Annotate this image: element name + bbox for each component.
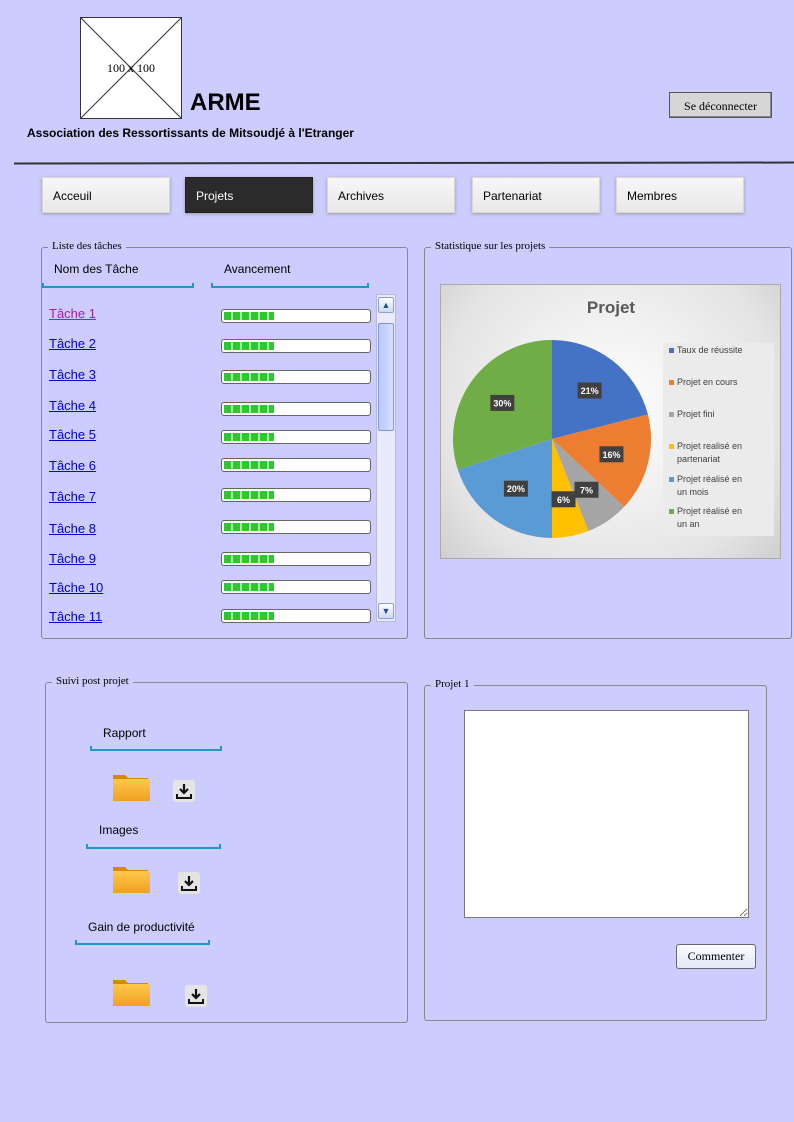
section-title-gain: Gain de productivité [88, 920, 195, 934]
download-icon[interactable] [178, 872, 200, 894]
project-panel-legend: Projet 1 [431, 678, 474, 690]
chevron-up-icon[interactable]: ▲ [378, 297, 394, 313]
legend-label: Projet fini [677, 409, 715, 419]
section-underline-gain [75, 940, 210, 945]
progress-bar [221, 458, 371, 472]
legend-swatch [669, 348, 674, 353]
pie-chart-svg: Projet 21% 16% 7% 6% 20% 30% Taux de réussite… [453, 298, 774, 538]
tab-projets[interactable]: Projets [185, 177, 313, 213]
progress-bar-fill [224, 491, 274, 499]
task-link[interactable]: Tâche 5 [49, 427, 96, 442]
tasks-panel-legend: Liste des tâches [48, 240, 126, 252]
column-underline-progress [211, 283, 369, 288]
pie-data-label-text: 20% [507, 484, 525, 494]
tab-partenariat[interactable]: Partenariat [472, 177, 600, 213]
section-underline-rapport [90, 746, 222, 751]
progress-bar [221, 339, 371, 353]
pie-data-label: 6% [551, 491, 576, 508]
column-header-progress: Avancement [224, 262, 291, 276]
app-subtitle: Association des Ressortissants de Mitsou… [27, 126, 354, 140]
progress-bar [221, 309, 371, 323]
logo-placeholder-text: 100 x 100 [107, 61, 155, 75]
progress-bar [221, 520, 371, 534]
task-link[interactable]: Tâche 2 [49, 336, 96, 351]
pie-data-label-text: 16% [602, 450, 620, 460]
task-link[interactable]: Tâche 3 [49, 367, 96, 382]
folder-icon[interactable] [112, 771, 150, 801]
comment-textarea[interactable] [464, 710, 749, 918]
stats-panel-legend: Statistique sur les projets [431, 240, 550, 252]
progress-bar [221, 430, 371, 444]
scrollbar-thumb[interactable] [378, 323, 394, 431]
task-link[interactable]: Tâche 4 [49, 398, 96, 413]
progress-bar [221, 370, 371, 384]
task-list-scrollbar[interactable]: ▲ ▼ [376, 294, 396, 622]
legend-swatch [669, 477, 674, 482]
pie-data-label: 7% [574, 481, 599, 498]
progress-bar [221, 609, 371, 623]
tab-acceuil[interactable]: Acceuil [42, 177, 170, 213]
pie-data-label: 21% [577, 382, 602, 399]
followup-panel-legend: Suivi post projet [52, 675, 133, 687]
task-link[interactable]: Tâche 10 [49, 580, 103, 595]
folder-icon[interactable] [112, 976, 150, 1006]
column-header-name: Nom des Tâche [54, 262, 139, 276]
section-title-rapport: Rapport [103, 726, 146, 740]
progress-bar-fill [224, 583, 274, 591]
task-link[interactable]: Tâche 1 [49, 306, 96, 321]
progress-bar-fill [224, 461, 274, 469]
section-title-images: Images [99, 823, 139, 837]
progress-bar-fill [224, 373, 274, 381]
logo-placeholder: 100 x 100 [80, 17, 182, 119]
comment-button[interactable]: Commenter [676, 944, 756, 969]
legend-swatch [669, 380, 674, 385]
chevron-down-icon[interactable]: ▼ [378, 603, 394, 619]
progress-bar-fill [224, 312, 274, 320]
progress-bar-fill [224, 523, 274, 531]
pie-data-label-text: 21% [581, 386, 599, 396]
task-link[interactable]: Tâche 11 [49, 609, 102, 624]
chart-title: Projet [587, 298, 636, 317]
pie-data-label: 16% [599, 446, 624, 463]
tab-archives[interactable]: Archives [327, 177, 455, 213]
column-underline-name [42, 283, 194, 288]
legend-label: Taux de réussite [677, 345, 743, 355]
progress-bar [221, 402, 371, 416]
tab-membres[interactable]: Membres [616, 177, 744, 213]
pie-data-label-text: 6% [557, 495, 570, 505]
pie-chart: Projet 21% 16% 7% 6% 20% 30% Taux de réussite… [440, 284, 781, 559]
progress-bar-fill [224, 342, 274, 350]
progress-bar-fill [224, 555, 274, 563]
download-icon[interactable] [173, 780, 195, 802]
legend-label: Projet en cours [677, 377, 738, 387]
legend-swatch [669, 509, 674, 514]
progress-bar [221, 580, 371, 594]
progress-bar [221, 488, 371, 502]
pie-data-label: 20% [503, 480, 528, 497]
task-link[interactable]: Tâche 9 [49, 551, 96, 566]
app-title: ARME [190, 89, 261, 116]
pie-data-label-text: 30% [493, 398, 511, 408]
logout-button[interactable]: Se déconnecter [669, 92, 772, 118]
header-divider [13, 161, 794, 165]
progress-bar-fill [224, 612, 274, 620]
legend-swatch [669, 412, 674, 417]
followup-panel: Suivi post projet [45, 675, 408, 1023]
progress-bar [221, 552, 371, 566]
task-link[interactable]: Tâche 6 [49, 458, 96, 473]
download-icon[interactable] [185, 985, 207, 1007]
section-underline-images [86, 844, 221, 849]
pie-data-label-text: 7% [580, 485, 593, 495]
progress-bar-fill [224, 433, 274, 441]
pie-data-label: 30% [490, 394, 515, 411]
task-link[interactable]: Tâche 7 [49, 489, 96, 504]
folder-icon[interactable] [112, 863, 150, 893]
legend-swatch [669, 444, 674, 449]
task-link[interactable]: Tâche 8 [49, 521, 96, 536]
progress-bar-fill [224, 405, 274, 413]
